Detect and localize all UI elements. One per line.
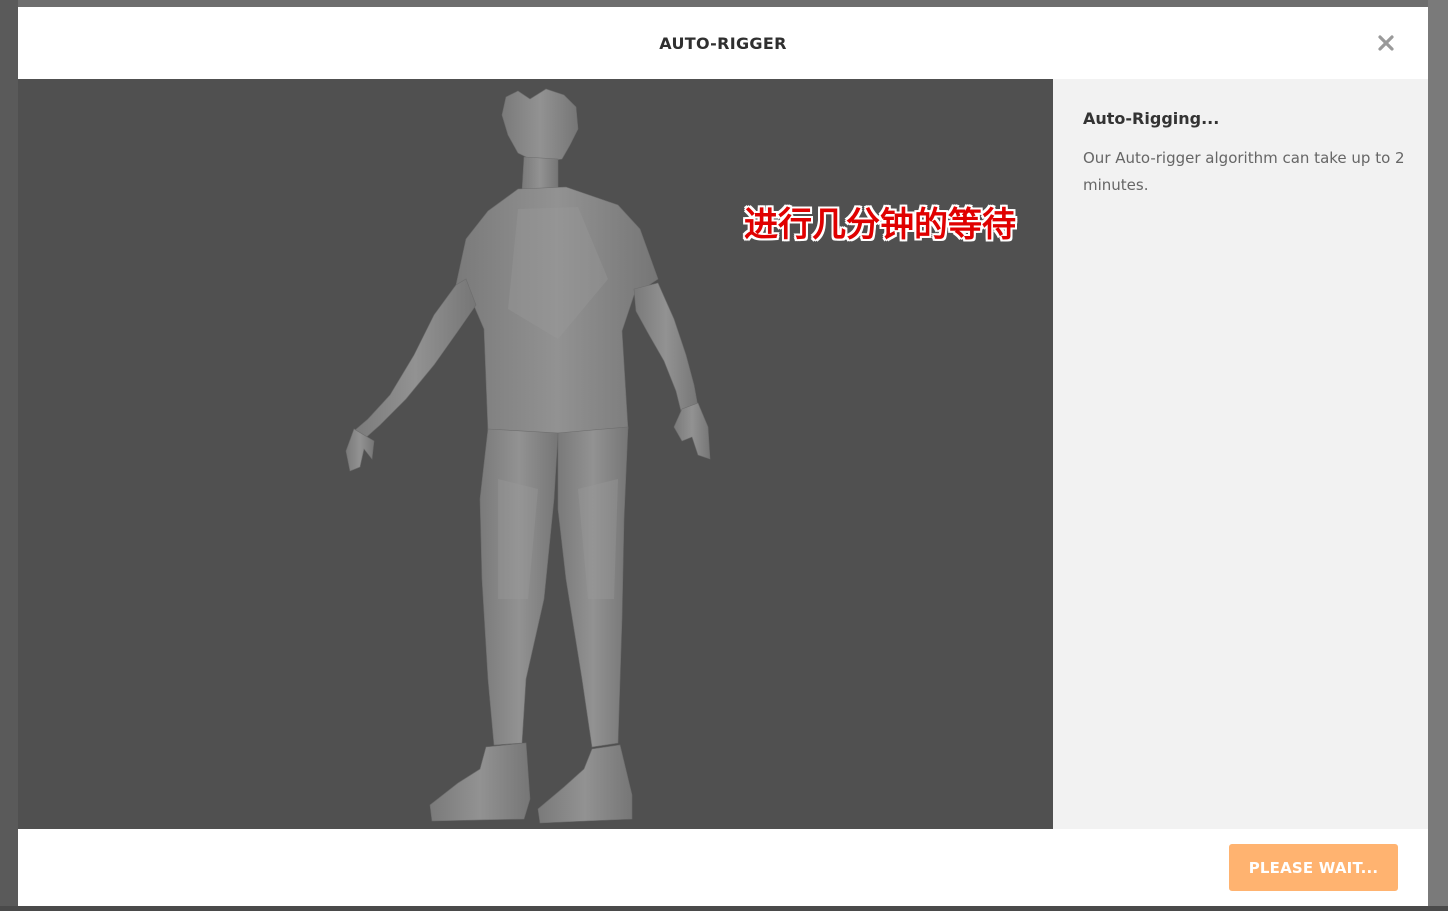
status-title: Auto-Rigging... bbox=[1083, 109, 1220, 128]
viewport-caption: 进行几分钟的等待 bbox=[744, 205, 1016, 245]
backdrop-right bbox=[1428, 0, 1448, 911]
character-model bbox=[345, 88, 711, 824]
backdrop-left bbox=[0, 0, 18, 911]
model-viewport[interactable]: 进行几分钟的等待 bbox=[18, 79, 1053, 829]
backdrop-bottom bbox=[0, 906, 1448, 911]
auto-rigger-dialog: AUTO-RIGGER 进行几分钟的等待 Auto-Rigging... Our… bbox=[18, 7, 1428, 906]
close-button[interactable] bbox=[1368, 31, 1404, 59]
status-panel: Auto-Rigging... Our Auto-rigger algorith… bbox=[1053, 79, 1428, 829]
dialog-header: AUTO-RIGGER bbox=[18, 7, 1428, 79]
close-icon bbox=[1378, 35, 1394, 55]
status-description: Our Auto-rigger algorithm can take up to… bbox=[1083, 149, 1405, 194]
dialog-title: AUTO-RIGGER bbox=[659, 34, 787, 53]
dialog-footer: PLEASE WAIT... bbox=[18, 829, 1428, 906]
please-wait-button[interactable]: PLEASE WAIT... bbox=[1229, 844, 1398, 891]
